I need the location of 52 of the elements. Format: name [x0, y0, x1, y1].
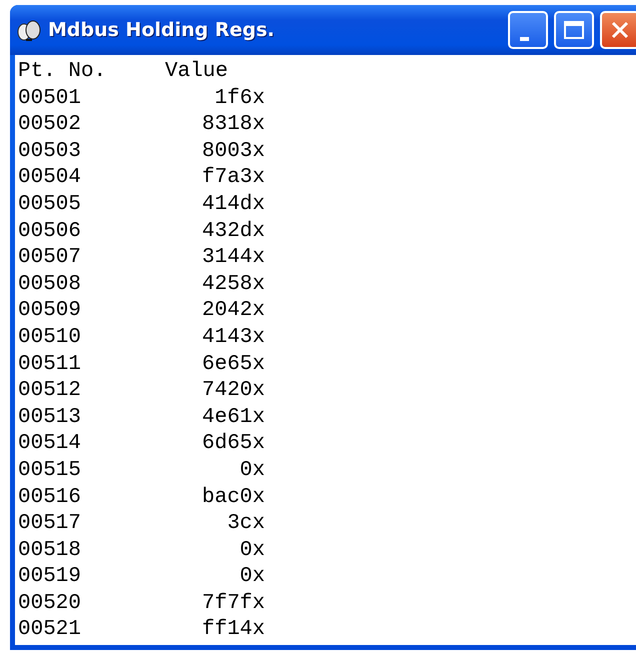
point-number: 00511: [18, 352, 82, 378]
point-number: 00508: [18, 272, 82, 298]
point-number: 00501: [18, 86, 82, 112]
app-icon: [16, 18, 42, 42]
minimize-icon: [520, 37, 528, 41]
register-value: 4e61x: [200, 404, 265, 431]
close-button[interactable]: [600, 11, 636, 49]
point-number: 00513: [18, 404, 82, 431]
register-value: ff14x: [200, 617, 265, 644]
column-header: Pt. No.: [18, 59, 108, 85]
register-value: bac0x: [200, 484, 265, 510]
point-number: 00506: [18, 218, 82, 245]
register-value: 1f6x: [214, 86, 265, 112]
column-header: Value: [165, 59, 230, 85]
register-value: 0x: [238, 538, 265, 564]
point-number: 00516: [18, 484, 82, 510]
window-title: Mdbus Holding Regs.: [48, 19, 275, 41]
point-number: 00505: [18, 192, 82, 218]
register-value: 7f7fx: [200, 590, 265, 617]
point-number: 00517: [18, 511, 82, 538]
register-value: 414dx: [200, 192, 265, 218]
maximize-icon: [563, 20, 585, 40]
point-number: 00514: [18, 431, 82, 458]
register-value: 4143x: [200, 324, 265, 351]
register-value: 8318x: [200, 112, 265, 138]
register-value: 0x: [238, 564, 265, 590]
register-value: 3cx: [226, 511, 265, 538]
point-number: 00503: [18, 138, 82, 165]
minimize-button[interactable]: [508, 11, 548, 49]
register-value: 8003x: [200, 138, 265, 165]
point-number: 00521: [18, 617, 82, 644]
point-number: 00518: [18, 538, 82, 564]
point-number: 00509: [18, 298, 82, 324]
register-value: 0x: [238, 458, 265, 484]
register-value: 3144x: [200, 245, 265, 272]
point-number: 00502: [18, 112, 82, 138]
register-value: 6d65x: [200, 431, 265, 458]
register-value: 7420x: [200, 378, 265, 404]
point-number: 00507: [18, 245, 82, 272]
register-value: 6e65x: [200, 352, 265, 378]
point-number: 00512: [18, 378, 82, 404]
register-value: 4258x: [200, 272, 265, 298]
close-icon: [609, 19, 631, 41]
maximize-button[interactable]: [554, 11, 594, 49]
point-number: 00515: [18, 458, 82, 484]
register-value: 2042x: [200, 298, 265, 324]
point-number: 00510: [18, 324, 82, 351]
point-number: 00504: [18, 165, 82, 192]
register-value: 432dx: [200, 218, 265, 245]
register-value: f7a3x: [200, 165, 265, 192]
point-number: 00519: [18, 564, 82, 590]
point-number: 00520: [18, 590, 82, 617]
